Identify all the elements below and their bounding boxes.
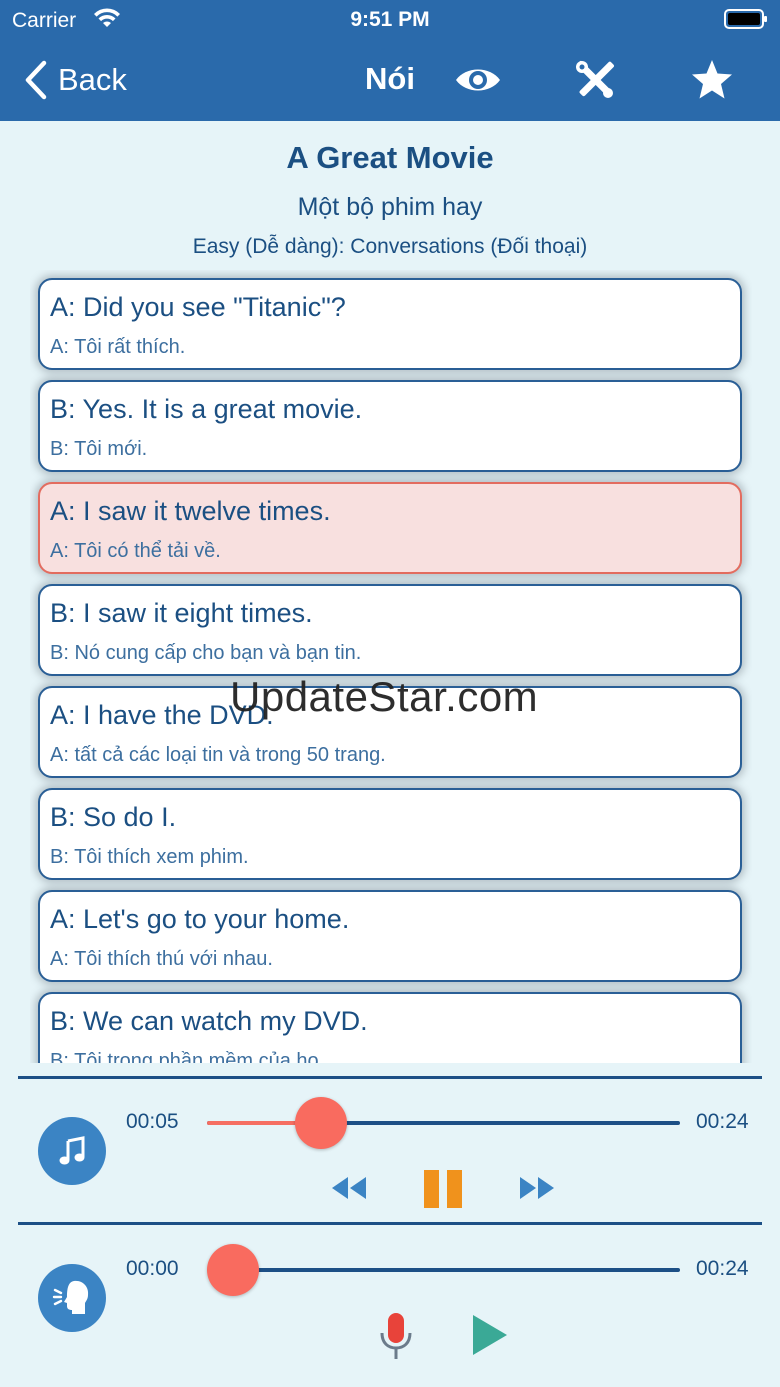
nav-bar: Back Nói [0,40,780,121]
dialogue-card[interactable]: B: Yes. It is a great movie. B: Tôi mới. [38,380,742,472]
speaking-head-icon [52,1280,89,1314]
dialogue-vietnamese: A: Tôi có thể tải về. [50,540,221,562]
nav-title: Nói [365,61,415,96]
dialogue-vietnamese: A: Tôi rất thích. [50,336,186,358]
dialogue-card[interactable]: B: So do I. B: Tôi thích xem phim. [38,788,742,880]
record-seek-track[interactable] [207,1268,680,1272]
record-button[interactable] [374,1310,418,1362]
dialogue-card-active[interactable]: A: I saw it twelve times. A: Tôi có thể … [38,482,742,574]
dialogue-english: B: Yes. It is a great movie. [50,394,363,424]
pause-icon [424,1170,462,1208]
favorite-button[interactable] [686,56,738,104]
battery-icon [724,9,767,29]
dialogue-english: B: We can watch my DVD. [50,1006,368,1036]
dialogue-card[interactable]: B: We can watch my DVD. B: Tôi trong phầ… [38,992,742,1063]
record-elapsed-time: 00:00 [126,1257,179,1280]
dialogue-card[interactable]: A: Let's go to your home. A: Tôi thích t… [38,890,742,982]
eye-button[interactable] [452,56,504,104]
dialogue-english: B: I saw it eight times. [50,598,313,628]
record-duration: 00:24 [696,1257,749,1280]
status-bar: Carrier 9:51 PM [0,0,780,40]
eye-icon [456,69,500,91]
audio-seek-thumb[interactable] [294,1097,347,1149]
divider [18,1076,762,1079]
clock: 9:51 PM [350,8,430,31]
tools-button[interactable] [569,56,621,104]
lesson-category: Easy (Dễ dàng): Conversations (Đối thoại… [192,235,588,258]
record-seek-thumb[interactable] [207,1244,259,1296]
pause-button[interactable] [420,1168,466,1210]
rewind-icon [332,1177,366,1199]
dialogue-vietnamese: B: Tôi mới. [50,438,148,460]
dialogue-english: B: So do I. [50,802,177,832]
watermark: UpdateStar.com [230,673,539,720]
dialogue-english: A: Let's go to your home. [50,904,350,934]
star-icon [692,60,732,99]
music-note-badge [38,1117,106,1185]
fast-forward-icon [520,1177,554,1199]
dialogue-card[interactable]: B: I saw it eight times. B: Nó cung cấp … [38,584,742,676]
divider [18,1222,762,1225]
dialogue-vietnamese: B: Tôi thích xem phim. [50,846,249,868]
back-button[interactable]: Back [22,58,127,102]
fast-forward-button[interactable] [516,1172,558,1204]
play-recording-button[interactable] [466,1312,512,1358]
dialogue-english: A: I saw it twelve times. [50,496,331,526]
dialogue-vietnamese: B: Tôi trong phần mềm của họ. [50,1050,325,1063]
lesson-title: A Great Movie [286,140,494,175]
dialogue-vietnamese: A: tất cả các loại tin và trong 50 trang… [50,744,386,766]
tools-icon [576,61,614,98]
top-bar: Carrier 9:51 PM Back Nói [0,0,780,121]
lesson-subtitle: Một bộ phim hay [297,193,483,221]
dialogue-card[interactable]: A: Did you see "Titanic"? A: Tôi rất thí… [38,278,742,370]
rewind-button[interactable] [328,1172,370,1204]
play-icon [473,1315,507,1355]
audio-elapsed-time: 00:05 [126,1110,179,1133]
back-label: Back [58,62,127,97]
music-note-icon [59,1136,85,1165]
dialogue-vietnamese: A: Tôi thích thú với nhau. [50,948,273,970]
audio-duration: 00:24 [696,1110,749,1133]
chevron-left-icon [25,60,47,100]
dialogue-english: A: Did you see "Titanic"? [50,292,346,322]
speaking-head-badge [38,1264,106,1332]
dialogue-vietnamese: B: Nó cung cấp cho bạn và bạn tin. [50,642,362,664]
audio-seek-track[interactable] [207,1121,680,1125]
microphone-icon [380,1313,412,1359]
dialogue-list[interactable]: A: Did you see "Titanic"? A: Tôi rất thí… [30,270,752,1063]
